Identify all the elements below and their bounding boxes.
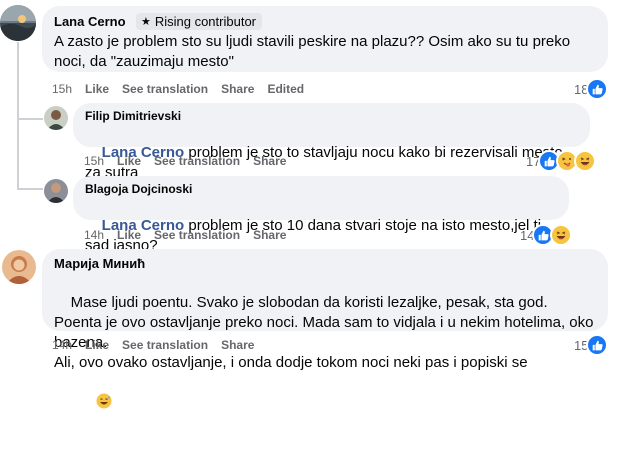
comment-bubble: Марија Минић Mase ljudi poentu. Svako je… [42,249,608,409]
like-button[interactable]: Like [85,82,109,96]
reply-actions: 14h Like See translation Share [84,228,286,242]
comment-author[interactable]: Марија Минић [54,256,596,271]
see-translation-button[interactable]: See translation [122,82,208,96]
haha-reaction-icon [550,224,573,246]
comment-text: Mase ljudi poentu. Svako je slobodan da … [54,273,596,455]
rising-contributor-badge[interactable]: ★ Rising contributor [135,13,262,30]
avatar[interactable] [44,106,68,130]
like-reaction-icon [586,334,609,356]
comment-body: Mase ljudi poentu. Svako je slobodan da … [54,294,594,371]
like-reaction-icon [586,78,609,100]
comment-actions: 14h Like See translation Share [52,338,254,352]
see-translation-button[interactable]: See translation [122,338,208,352]
share-button[interactable]: Share [221,338,254,352]
comment-bubble: Lana Cerno ★ Rising contributor A zasto … [42,6,608,72]
haha-reaction-icon [574,150,597,172]
comment-actions: 15h Like See translation Share Edited [52,82,304,96]
comment-timestamp[interactable]: 14h [84,228,104,242]
share-button[interactable]: Share [253,154,286,168]
thread-line-branch-1 [17,118,43,120]
landscape-avatar-image [0,5,36,41]
comment-author[interactable]: Blagoja Dojcinoski [85,182,557,196]
edited-label[interactable]: Edited [267,82,304,96]
share-button[interactable]: Share [253,228,286,242]
reaction-summary[interactable]: 17 [526,150,597,172]
share-button[interactable]: Share [221,82,254,96]
avatar[interactable] [44,179,68,203]
see-translation-button[interactable]: See translation [154,154,240,168]
reply-actions: 15h Like See translation Share [84,154,286,168]
comment-timestamp[interactable]: 14h [52,338,72,352]
comment-author[interactable]: Filip Dimitrievski [85,109,578,123]
comment-timestamp[interactable]: 15h [52,82,72,96]
avatar[interactable] [0,5,36,41]
person-avatar-image [44,106,68,130]
grinning-sweat-emoji-icon [71,373,112,435]
comment-text: A zasto je problem sto su ljudi stavili … [54,33,575,70]
reaction-summary[interactable]: 14 [520,224,573,246]
like-button[interactable]: Like [85,338,109,352]
person-avatar-image [44,179,68,203]
avatar[interactable] [2,250,36,284]
star-icon: ★ [140,16,151,28]
badge-label: Rising contributor [154,14,256,29]
reply-bubble: Blagoja Dojcinoski Lana Cerno problem je… [73,176,569,254]
person-avatar-image [2,250,36,284]
reaction-summary[interactable]: 15 [574,334,609,356]
thread-line-branch-2 [17,188,43,190]
reply-bubble: Filip Dimitrievski Lana Cerno problem je… [73,103,590,219]
comment-timestamp[interactable]: 15h [84,154,104,168]
comment-author[interactable]: Lana Cerno [54,14,126,29]
reaction-summary[interactable]: 18 [574,78,609,100]
like-button[interactable]: Like [117,154,141,168]
like-button[interactable]: Like [117,228,141,242]
see-translation-button[interactable]: See translation [154,228,240,242]
thread-line-vertical [17,42,19,188]
